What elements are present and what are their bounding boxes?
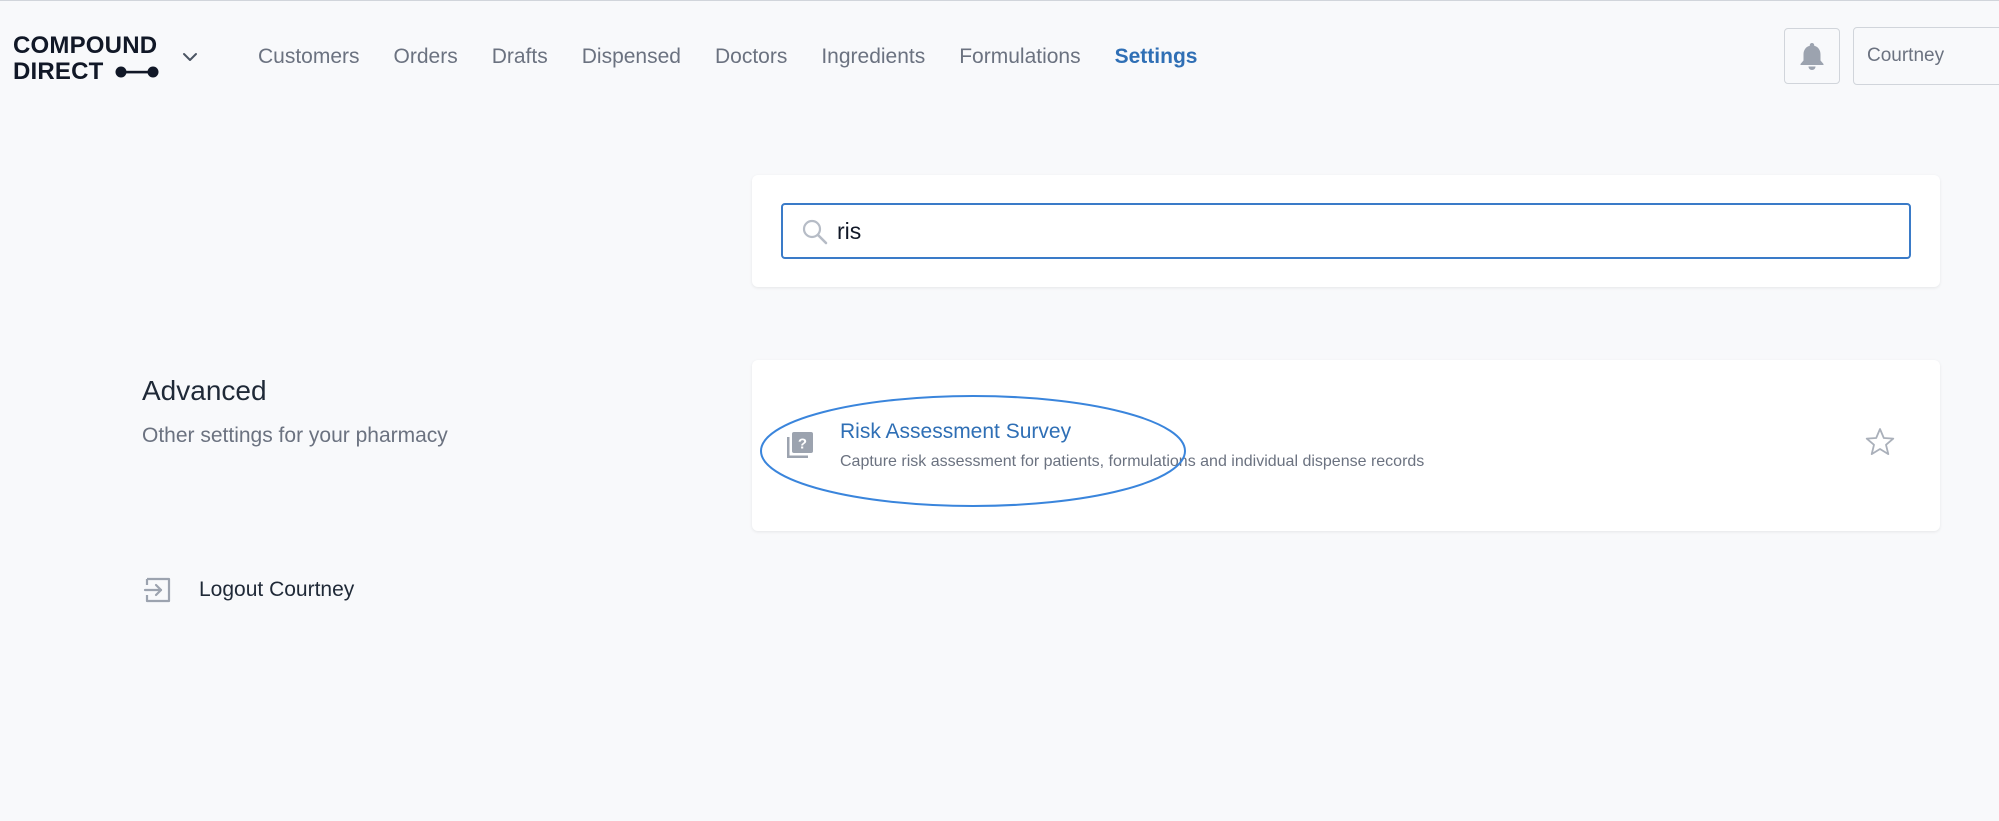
nav-customers[interactable]: Customers — [258, 45, 360, 69]
setting-result-title[interactable]: Risk Assessment Survey — [840, 420, 1071, 444]
nav-formulations[interactable]: Formulations — [959, 45, 1080, 69]
section-subtitle: Other settings for your pharmacy — [142, 424, 448, 447]
user-menu[interactable]: Courtney — [1853, 27, 1999, 85]
nav-drafts[interactable]: Drafts — [492, 45, 548, 69]
bell-icon — [1800, 43, 1824, 70]
star-icon[interactable] — [1864, 426, 1896, 458]
search-card — [752, 175, 1940, 287]
setting-result-description: Capture risk assessment for patients, fo… — [840, 453, 1425, 470]
top-navbar: COMPOUND DIRECT Customers Orders Drafts … — [0, 1, 1999, 111]
logo-connector-icon — [115, 66, 159, 78]
brand-logo[interactable]: COMPOUND DIRECT — [13, 32, 173, 85]
search-icon — [802, 219, 828, 245]
logout-label: Logout Courtney — [199, 578, 355, 601]
nav-orders[interactable]: Orders — [394, 45, 458, 69]
brand-line-1: COMPOUND — [13, 32, 158, 59]
logout-icon — [143, 577, 171, 603]
question-book-icon: ? — [787, 432, 813, 458]
notifications-button[interactable] — [1784, 28, 1840, 84]
nav-doctors[interactable]: Doctors — [715, 45, 787, 69]
main-nav: Customers Orders Drafts Dispensed Doctor… — [258, 41, 1231, 73]
chevron-down-icon[interactable] — [180, 47, 200, 67]
section-title: Advanced — [142, 375, 267, 406]
search-field[interactable] — [781, 203, 1911, 259]
svg-text:?: ? — [798, 436, 807, 453]
nav-dispensed[interactable]: Dispensed — [582, 45, 681, 69]
logout-button[interactable]: Logout Courtney — [142, 572, 354, 608]
nav-settings[interactable]: Settings — [1115, 45, 1198, 69]
brand-line-2: DIRECT — [13, 58, 104, 85]
nav-ingredients[interactable]: Ingredients — [821, 45, 925, 69]
setting-result-card[interactable]: ? Risk Assessment Survey Capture risk as… — [752, 360, 1940, 531]
search-input[interactable] — [837, 213, 1897, 249]
